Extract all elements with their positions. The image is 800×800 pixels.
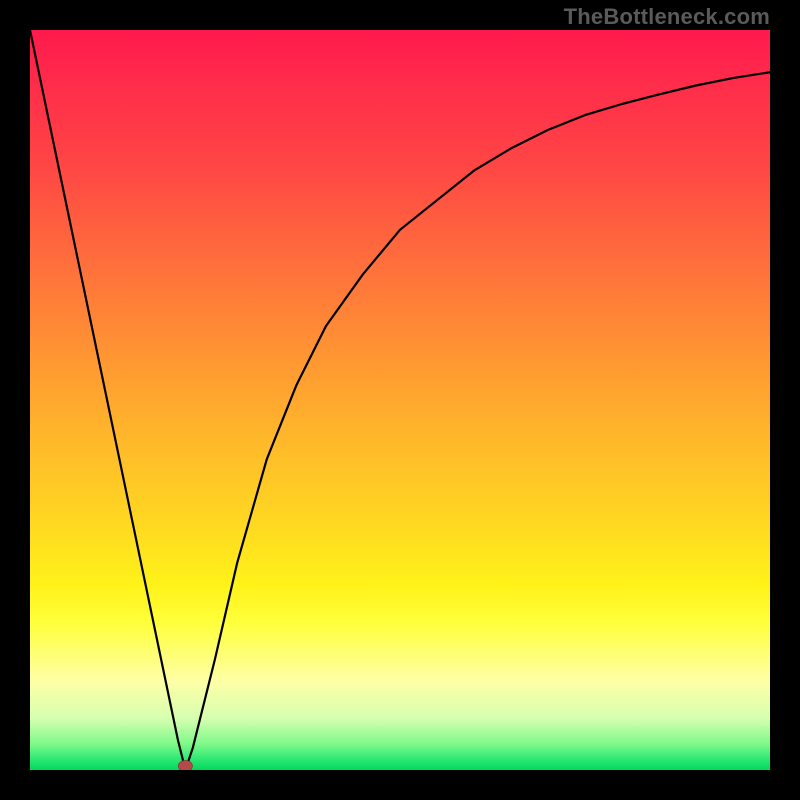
curve-path (30, 30, 770, 770)
plot-area (30, 30, 770, 770)
watermark-text: TheBottleneck.com (564, 4, 770, 30)
chart-frame: TheBottleneck.com (0, 0, 800, 800)
curve-series (30, 30, 770, 770)
chart-svg (30, 30, 770, 770)
min-marker (178, 761, 192, 771)
marker-dot (178, 761, 192, 771)
